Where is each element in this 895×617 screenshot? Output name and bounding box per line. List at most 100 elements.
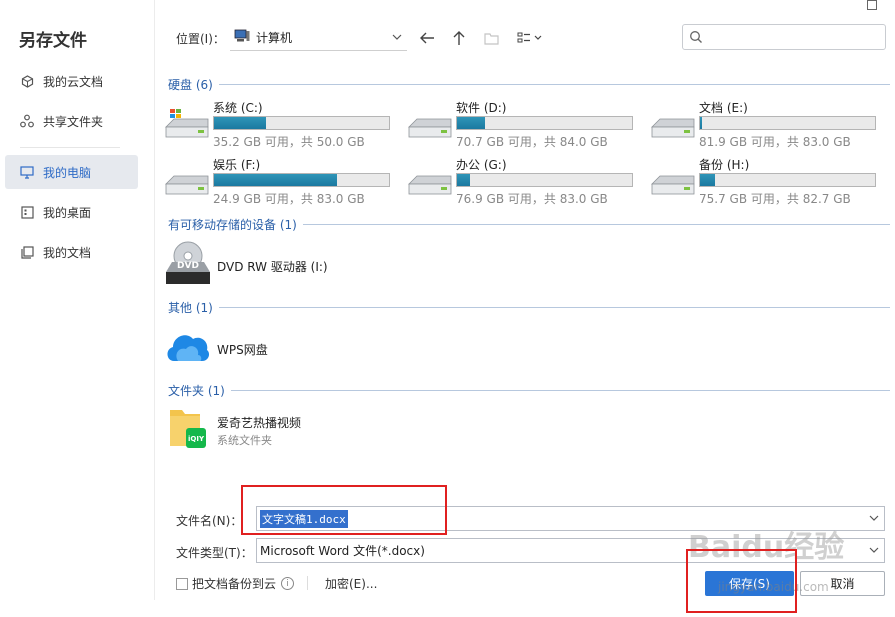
window-restore-button[interactable] — [867, 0, 877, 10]
drive-label: 娱乐 (F:) — [213, 158, 261, 172]
share-folder-icon — [20, 114, 34, 128]
drive-usage-fill — [700, 174, 715, 186]
drive-label: 办公 (G:) — [456, 158, 507, 172]
dvd-drive-label: DVD RW 驱动器 (I:) — [217, 260, 328, 274]
drive-item[interactable]: 备份 (H:) 75.7 GB 可用，共 82.7 GB — [650, 156, 885, 206]
search-icon — [689, 30, 703, 47]
drive-item[interactable]: 系统 (C:) 35.2 GB 可用，共 50.0 GB — [164, 99, 399, 149]
section-header-removable: 有可移动存储的设备 (1) — [168, 216, 890, 233]
wps-cloud-label: WPS网盘 — [217, 343, 268, 357]
filetype-value: Microsoft Word 文件(*.docx) — [260, 544, 425, 558]
drive-label: 软件 (D:) — [456, 101, 507, 115]
drive-usage-bar — [213, 116, 390, 130]
dvd-badge: DVD — [177, 261, 199, 271]
search-input[interactable] — [682, 24, 886, 50]
chevron-down-icon — [868, 544, 880, 559]
annotation-box-save — [686, 549, 797, 613]
drive-usage-fill — [214, 174, 337, 186]
sidebar-item-shared-folder[interactable]: 共享文件夹 — [5, 104, 138, 138]
drive-usage-bar — [456, 116, 633, 130]
drive-free-space: 81.9 GB 可用，共 83.0 GB — [699, 135, 851, 149]
annotation-box-filename — [241, 485, 447, 535]
drive-usage-bar — [699, 173, 876, 187]
sidebar-item-label: 我的桌面 — [43, 205, 92, 220]
computer-icon — [234, 29, 250, 46]
new-folder-icon[interactable] — [482, 29, 500, 47]
sidebar-item-label: 我的电脑 — [43, 165, 92, 180]
sidebar-item-cloud-docs[interactable]: 我的云文档 — [5, 64, 138, 98]
backup-checkbox[interactable] — [176, 577, 188, 590]
drive-usage-fill — [214, 117, 266, 129]
hard-drive-icon — [650, 109, 696, 142]
backup-label: 把文档备份到云 — [192, 577, 277, 591]
dvd-drive-icon: DVD — [164, 240, 212, 291]
drive-usage-bar — [699, 116, 876, 130]
drive-usage-bar — [213, 173, 390, 187]
cloud-doc-icon — [20, 74, 34, 88]
drive-free-space: 35.2 GB 可用，共 50.0 GB — [213, 135, 365, 149]
hard-drive-icon — [407, 109, 453, 142]
location-dropdown[interactable]: 计算机 — [230, 25, 407, 51]
hard-drive-icon — [650, 166, 696, 199]
chevron-down-icon[interactable] — [868, 512, 880, 527]
folder-label: 爱奇艺热播视频 — [217, 416, 302, 430]
up-arrow-icon[interactable] — [450, 29, 468, 47]
drive-usage-fill — [457, 174, 470, 186]
drive-item[interactable]: 娱乐 (F:) 24.9 GB 可用，共 83.0 GB — [164, 156, 399, 206]
hard-drive-icon — [407, 166, 453, 199]
chevron-down-icon — [391, 31, 403, 45]
section-title: 硬盘 (6) — [168, 78, 213, 92]
drive-free-space: 76.9 GB 可用，共 83.0 GB — [456, 192, 608, 206]
sidebar-item-label: 共享文件夹 — [43, 114, 104, 129]
drive-item[interactable]: 软件 (D:) 70.7 GB 可用，共 84.0 GB — [407, 99, 642, 149]
dvd-drive-item[interactable]: DVD DVD RW 驱动器 (I:) — [164, 240, 364, 288]
folder-subtitle: 系统文件夹 — [217, 434, 272, 447]
iqiyi-folder-item[interactable]: iQIY 爱奇艺热播视频 系统文件夹 — [164, 404, 364, 452]
dialog-title: 另存文件 — [19, 31, 87, 51]
sidebar-item-my-documents[interactable]: 我的文档 — [5, 235, 138, 269]
sidebar-item-label: 我的云文档 — [43, 74, 104, 89]
drive-free-space: 75.7 GB 可用，共 82.7 GB — [699, 192, 851, 206]
sidebar-divider — [20, 147, 120, 148]
section-title: 文件夹 (1) — [168, 384, 225, 398]
desktop-icon — [20, 205, 34, 219]
encrypt-button[interactable]: 加密(E)... — [325, 575, 377, 592]
folder-icon: iQIY — [168, 406, 208, 453]
location-label: 位置(I)： — [176, 32, 225, 46]
drive-label: 备份 (H:) — [699, 158, 750, 172]
location-value: 计算机 — [256, 31, 293, 45]
drive-label: 系统 (C:) — [213, 101, 263, 115]
drive-item[interactable]: 文档 (E:) 81.9 GB 可用，共 83.0 GB — [650, 99, 885, 149]
toolbar: 位置(I)： 计算机 — [168, 22, 888, 52]
drive-usage-bar — [456, 173, 633, 187]
drive-free-space: 70.7 GB 可用，共 84.0 GB — [456, 135, 608, 149]
hard-drive-icon — [164, 166, 210, 199]
sidebar: 另存文件 我的云文档 共享文件夹 我的电脑 我的桌面 我的文档 — [0, 0, 155, 600]
view-menu-icon[interactable] — [516, 29, 546, 47]
filename-label: 文件名(N)： — [176, 514, 243, 528]
section-header-folders: 文件夹 (1) — [168, 382, 890, 399]
drive-free-space: 24.9 GB 可用，共 83.0 GB — [213, 192, 365, 206]
hard-drive-icon — [164, 109, 210, 142]
drive-usage-fill — [457, 117, 485, 129]
back-arrow-icon[interactable] — [418, 29, 436, 47]
sidebar-item-my-desktop[interactable]: 我的桌面 — [5, 195, 138, 229]
wps-cloud-icon — [164, 327, 210, 366]
documents-icon — [20, 245, 34, 259]
iqiyi-badge: iQIY — [188, 435, 205, 443]
wps-cloud-item[interactable]: WPS网盘 — [164, 327, 364, 367]
section-title: 有可移动存储的设备 (1) — [168, 218, 297, 232]
info-icon[interactable]: i — [281, 577, 295, 590]
drive-item[interactable]: 办公 (G:) 76.9 GB 可用，共 83.0 GB — [407, 156, 642, 206]
drive-label: 文档 (E:) — [699, 101, 748, 115]
sidebar-item-label: 我的文档 — [43, 245, 92, 260]
drive-usage-fill — [700, 117, 703, 129]
backup-to-cloud-option[interactable]: 把文档备份到云 i — [176, 575, 295, 592]
section-title: 其他 (1) — [168, 301, 213, 315]
divider — [307, 576, 308, 590]
filetype-label: 文件类型(T)： — [176, 546, 253, 560]
sidebar-item-my-computer[interactable]: 我的电脑 — [5, 155, 138, 189]
section-header-drives: 硬盘 (6) — [168, 76, 890, 93]
section-header-other: 其他 (1) — [168, 299, 890, 316]
computer-icon — [20, 165, 34, 179]
